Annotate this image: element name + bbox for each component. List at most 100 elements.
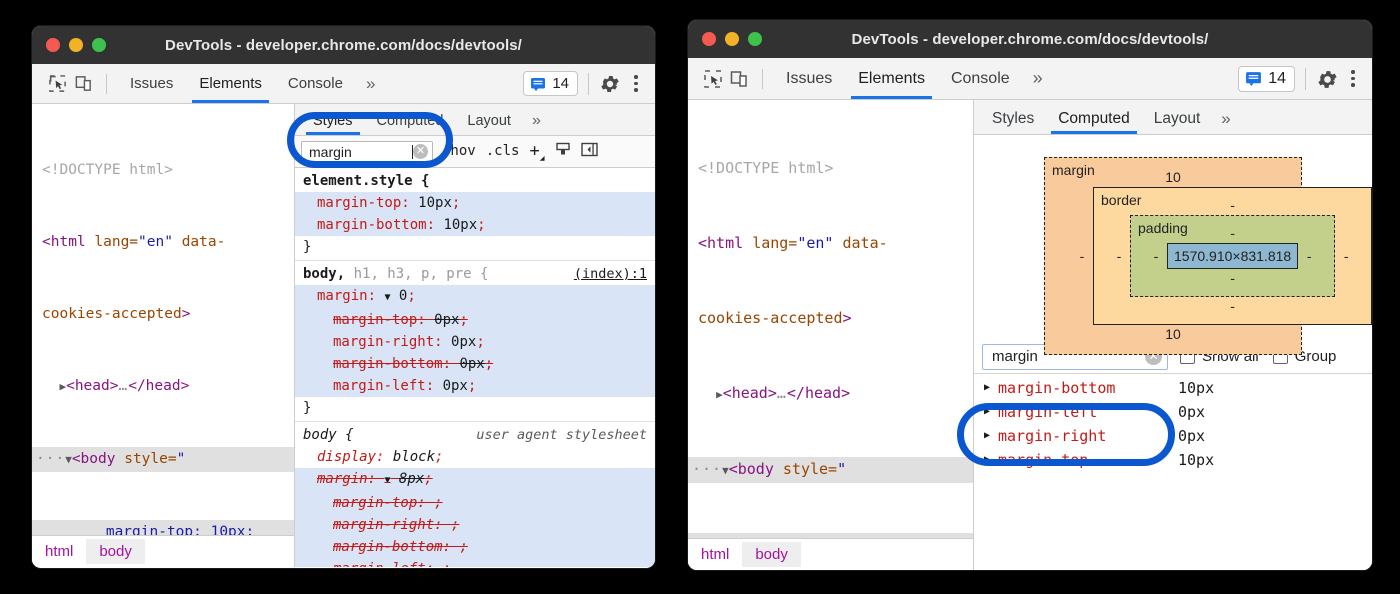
gear-icon[interactable] xyxy=(599,73,621,95)
issues-badge[interactable]: 14 xyxy=(1238,66,1295,92)
computed-sidebar-toggle-icon[interactable] xyxy=(552,141,574,161)
breadcrumb-item-html[interactable]: html xyxy=(688,542,742,567)
css-declaration[interactable]: margin-top: 10px; xyxy=(295,192,655,214)
inspect-cursor-icon[interactable] xyxy=(44,71,70,97)
css-rule[interactable]: element.style { margin-top: 10px; margin… xyxy=(295,168,655,261)
css-declaration[interactable]: margin-bottom: ; xyxy=(295,536,655,558)
box-model-content-size[interactable]: 1570.910×831.818 xyxy=(1167,243,1298,269)
padding-right-value[interactable]: - xyxy=(1298,248,1320,264)
tab-layout[interactable]: Layout xyxy=(1142,110,1213,134)
dom-line[interactable]: ▶<head>…</head> xyxy=(32,374,294,399)
more-sidebar-tabs-icon[interactable]: » xyxy=(1212,109,1239,134)
dom-line[interactable]: <!DOCTYPE html> xyxy=(32,158,294,182)
tab-issues[interactable]: Issues xyxy=(117,64,186,103)
toolbar-divider xyxy=(106,74,107,94)
dom-tree-pane[interactable]: <!DOCTYPE html> <html lang="en" data- co… xyxy=(688,100,973,570)
css-selector[interactable]: body, xyxy=(303,266,345,282)
clear-x-icon[interactable]: ✕ xyxy=(413,144,428,159)
breadcrumb-item-body[interactable]: body xyxy=(742,542,801,567)
expand-triangle-icon[interactable]: ▶ xyxy=(984,400,998,424)
border-top-value[interactable]: - xyxy=(1108,196,1357,215)
expand-triangle-icon[interactable]: ▶ xyxy=(984,376,998,400)
css-declaration[interactable]: margin: ▼ 0; xyxy=(295,285,655,309)
toggle-sidebar-icon[interactable] xyxy=(578,142,601,161)
styles-filter-input[interactable]: margin ✕ xyxy=(301,141,433,163)
more-tabs-icon[interactable]: » xyxy=(356,74,385,94)
dom-line-selected[interactable]: ···▼<body style=" xyxy=(688,457,973,483)
maximize-window-button[interactable] xyxy=(92,38,106,52)
tab-layout[interactable]: Layout xyxy=(455,113,523,135)
close-window-button[interactable] xyxy=(702,32,716,46)
computed-property-row[interactable]: ▶ margin-top 10px xyxy=(974,448,1372,472)
tab-styles[interactable]: Styles xyxy=(980,110,1046,134)
class-button[interactable]: .cls xyxy=(483,143,523,159)
css-declaration[interactable]: margin-right: ; xyxy=(295,514,655,536)
dom-line[interactable]: <html lang="en" data- xyxy=(32,230,294,254)
css-declaration[interactable]: margin-top: 0px; xyxy=(295,309,655,331)
margin-bottom-value[interactable]: 10 xyxy=(1071,325,1275,344)
device-toggle-icon[interactable] xyxy=(70,71,96,97)
padding-bottom-value[interactable]: - xyxy=(1145,269,1320,288)
inspect-cursor-icon[interactable] xyxy=(700,66,726,92)
maximize-window-button[interactable] xyxy=(748,32,762,46)
computed-property-row[interactable]: ▶ margin-bottom 10px xyxy=(974,376,1372,400)
hover-state-button[interactable]: :hov xyxy=(439,143,479,159)
close-window-button[interactable] xyxy=(46,38,60,52)
kebab-menu-icon[interactable] xyxy=(627,75,645,92)
dom-line[interactable]: cookies-accepted> xyxy=(32,302,294,326)
css-declaration[interactable]: margin-bottom: 0px; xyxy=(295,353,655,375)
border-right-value[interactable]: - xyxy=(1335,248,1357,264)
device-toggle-icon[interactable] xyxy=(726,66,752,92)
expand-triangle-icon[interactable]: ▶ xyxy=(984,424,998,448)
expand-triangle-icon[interactable]: ▶ xyxy=(984,448,998,472)
box-model-margin-area[interactable]: margin 10 - border - - padding xyxy=(1044,157,1302,355)
border-left-value[interactable]: - xyxy=(1108,248,1130,264)
box-model-border-area[interactable]: border - - padding - - 15 xyxy=(1093,187,1372,325)
dom-tree-pane[interactable]: <!DOCTYPE html> <html lang="en" data- co… xyxy=(32,104,294,567)
box-model-padding-area[interactable]: padding - - 1570.910×831.818 - - xyxy=(1130,215,1335,297)
css-selector[interactable]: body { xyxy=(303,424,354,446)
breadcrumb-item-body[interactable]: body xyxy=(86,539,145,564)
dom-line[interactable]: <html lang="en" data- xyxy=(688,231,973,256)
issues-badge[interactable]: 14 xyxy=(523,71,578,96)
css-rule[interactable]: body, h1, h3, p, pre { (index):1 margin:… xyxy=(295,261,655,422)
gear-icon[interactable] xyxy=(1316,68,1338,90)
tab-computed[interactable]: Computed xyxy=(1046,110,1142,134)
css-declaration[interactable]: margin-left: 0px; xyxy=(295,375,655,397)
border-bottom-value[interactable]: - xyxy=(1108,297,1357,316)
css-declaration[interactable]: display: block; xyxy=(295,446,655,468)
more-sidebar-tabs-icon[interactable]: » xyxy=(523,112,550,135)
more-tabs-icon[interactable]: » xyxy=(1023,68,1053,89)
css-declaration[interactable]: margin-bottom: 10px; xyxy=(295,214,655,236)
css-declaration[interactable]: margin: ▼ 8px; xyxy=(295,468,655,492)
tab-console[interactable]: Console xyxy=(275,64,356,103)
margin-top-value[interactable]: 10 xyxy=(1071,168,1275,187)
margin-left-value[interactable]: - xyxy=(1071,248,1093,264)
tab-issues[interactable]: Issues xyxy=(773,58,845,99)
tab-styles[interactable]: Styles xyxy=(301,113,365,135)
css-declaration[interactable]: margin-left: ; xyxy=(295,558,655,567)
dom-line[interactable]: cookies-accepted> xyxy=(688,306,973,331)
computed-property-row[interactable]: ▶ margin-left 0px xyxy=(974,400,1372,424)
computed-property-value: 10px xyxy=(1178,376,1214,400)
computed-property-row[interactable]: ▶ margin-right 0px xyxy=(974,424,1372,448)
css-rule[interactable]: body { user agent stylesheet display: bl… xyxy=(295,422,655,567)
dom-line[interactable]: ▶<head>…</head> xyxy=(688,381,973,407)
dom-line[interactable]: <!DOCTYPE html> xyxy=(688,156,973,181)
tab-elements[interactable]: Elements xyxy=(845,58,938,99)
breadcrumb-item-html[interactable]: html xyxy=(32,539,86,564)
css-selector[interactable]: element.style { xyxy=(303,170,429,192)
minimize-window-button[interactable] xyxy=(725,32,739,46)
css-declaration[interactable]: margin-top: ; xyxy=(295,492,655,514)
padding-left-value[interactable]: - xyxy=(1145,248,1167,264)
minimize-window-button[interactable] xyxy=(69,38,83,52)
css-declaration[interactable]: margin-right: 0px; xyxy=(295,331,655,353)
new-style-rule-button[interactable]: +◢ xyxy=(526,141,547,162)
tab-console[interactable]: Console xyxy=(938,58,1023,99)
tab-elements[interactable]: Elements xyxy=(186,64,275,103)
window-title: DevTools - developer.chrome.com/docs/dev… xyxy=(32,37,655,54)
kebab-menu-icon[interactable] xyxy=(1344,70,1362,87)
dom-line-selected[interactable]: ···▼<body style=" xyxy=(32,447,294,472)
tab-computed[interactable]: Computed xyxy=(365,113,456,135)
css-source-link[interactable]: (index):1 xyxy=(574,263,647,285)
